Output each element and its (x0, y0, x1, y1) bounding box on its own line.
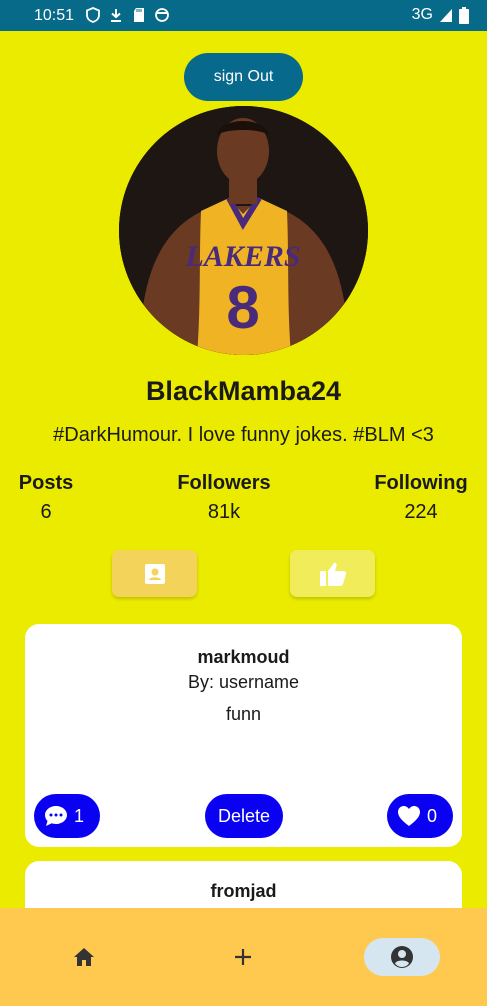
add-icon (235, 949, 251, 965)
signal-icon (440, 9, 452, 22)
stat-posts: Posts 6 (10, 472, 82, 524)
post-body: funn (225, 704, 262, 724)
svg-text:LAKERS: LAKERS (184, 240, 300, 273)
contact-card-icon (144, 563, 165, 584)
face-icon (155, 8, 169, 22)
post-title: markmoud (197, 647, 290, 667)
status-time: 10:51 (34, 7, 75, 24)
shield-icon (86, 7, 100, 23)
heart-icon (398, 806, 420, 826)
comment-count: 1 (73, 806, 84, 826)
account-icon (391, 946, 413, 968)
stat-posts-value: 6 (40, 501, 52, 523)
avatar-image: LAKERS 8 (119, 106, 368, 355)
stat-following-value: 224 (404, 501, 438, 523)
post-card[interactable]: markmoud By: username funn 1 Delete 0 (25, 624, 462, 847)
stat-followers[interactable]: Followers 81k (164, 472, 284, 524)
svg-text:8: 8 (226, 274, 259, 341)
nav-profile[interactable] (364, 938, 440, 976)
bottom-navigation (0, 908, 487, 1006)
liked-posts-tab[interactable] (290, 550, 375, 597)
home-icon (74, 948, 94, 966)
post-author: By: username (187, 672, 300, 692)
delete-label: Delete (217, 805, 271, 826)
nav-add[interactable] (205, 938, 281, 976)
battery-icon (459, 6, 469, 24)
profile-bio: #DarkHumour. I love funny jokes. #BLM <3 (53, 424, 434, 446)
profile-avatar: LAKERS 8 (119, 106, 368, 355)
like-count: 0 (426, 806, 437, 826)
like-button[interactable]: 0 (387, 794, 453, 838)
nav-home[interactable] (46, 938, 122, 976)
download-icon (111, 9, 121, 22)
stat-posts-label: Posts (18, 472, 74, 494)
stat-followers-value: 81k (207, 501, 241, 523)
stat-following-label: Following (374, 472, 468, 494)
stat-following[interactable]: Following 224 (366, 472, 476, 524)
status-right: 3G (412, 6, 469, 24)
profile-username: BlackMamba24 (145, 376, 342, 406)
notification-icons (86, 7, 169, 23)
delete-post-button[interactable]: Delete (205, 794, 283, 838)
comment-icon (45, 806, 67, 826)
status-bar: 10:51 3G (0, 0, 487, 31)
screen-top-edge (0, 31, 487, 51)
my-posts-tab[interactable] (112, 550, 197, 597)
post-title: fromjad (210, 881, 277, 901)
network-type: 3G (411, 6, 433, 23)
thumbs-up-icon (319, 562, 346, 586)
comment-button[interactable]: 1 (34, 794, 100, 838)
stat-followers-label: Followers (177, 472, 271, 494)
sd-card-icon (134, 8, 144, 22)
sign-out-button[interactable]: sign Out (184, 53, 303, 101)
